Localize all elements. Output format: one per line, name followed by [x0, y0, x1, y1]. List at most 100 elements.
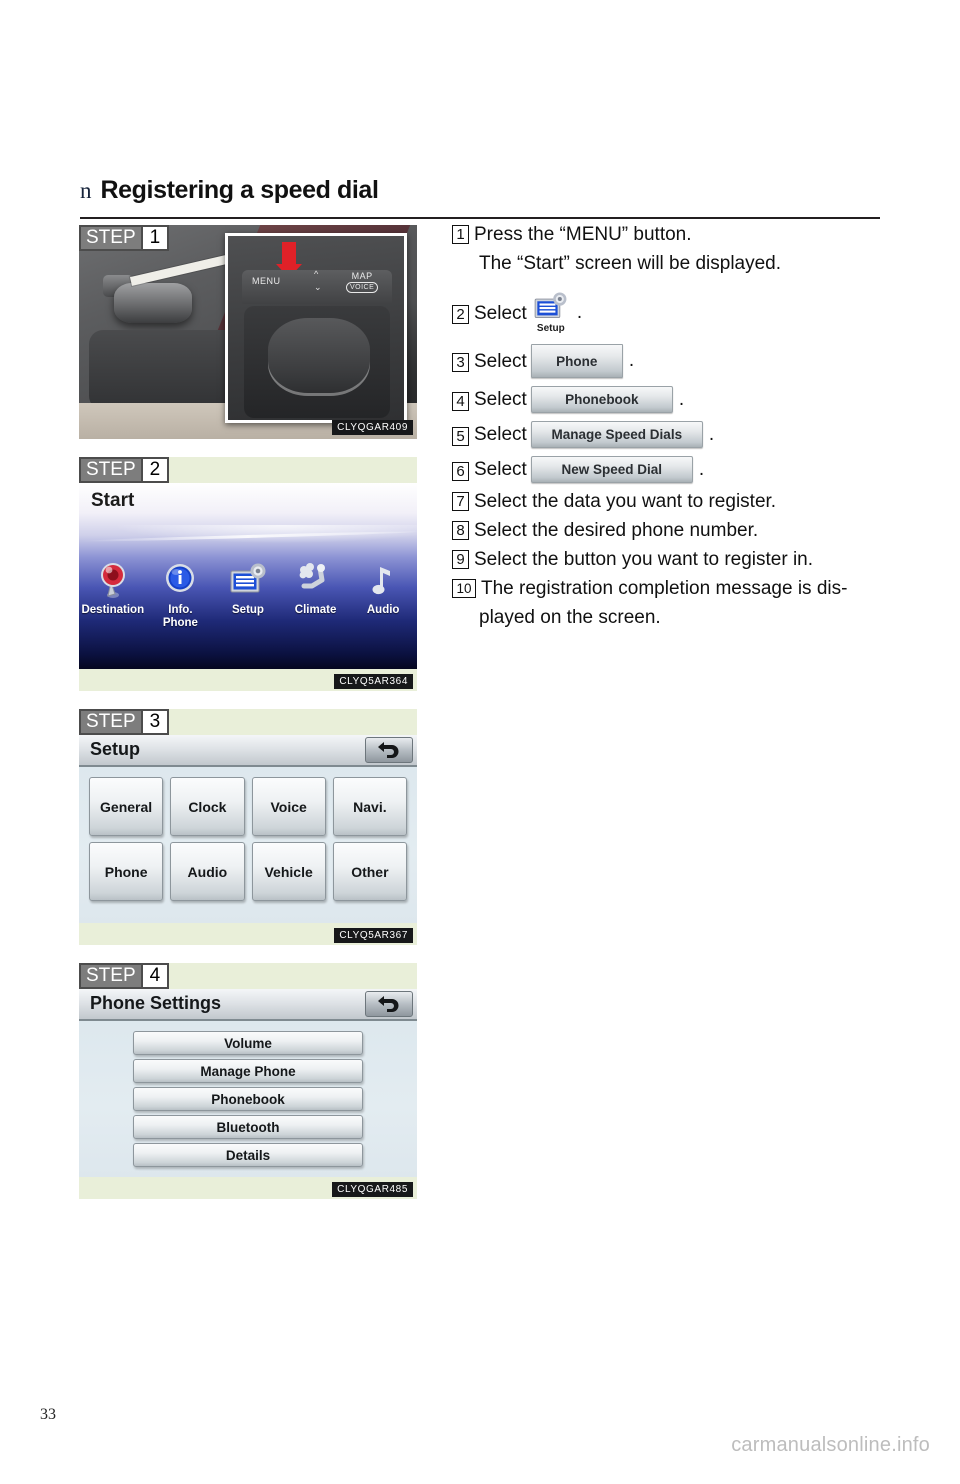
start-item-destination[interactable]: Destination: [81, 561, 145, 630]
step-word: STEP: [86, 965, 136, 986]
instruction-step-2: 2 Select Setup .: [452, 292, 922, 334]
step-text: Select: [474, 424, 527, 445]
instruction-step-9: 9 Select the button you want to register…: [452, 547, 922, 572]
new-speed-dial-button[interactable]: New Speed Dial: [530, 456, 693, 483]
start-screen-glow: [79, 525, 417, 561]
step-3-illustration: Setup General Clock Voice Navi. Phone Audio Ve…: [79, 709, 417, 945]
step-text: Select the data you want to register.: [474, 491, 777, 512]
instruction-step-4: 4 Select Phonebook .: [452, 386, 922, 413]
setup-icon-button[interactable]: Setup: [533, 292, 569, 334]
back-button[interactable]: [365, 737, 413, 763]
step-2-illustration: Start Destination Info. Phone Setup Clim…: [79, 457, 417, 691]
phone-setting-bluetooth[interactable]: Bluetooth: [133, 1115, 363, 1139]
caption-bar-2: CLYQ5AR364: [79, 669, 417, 691]
page-title: Registering a speed dial: [100, 176, 379, 204]
phonebook-button[interactable]: Phonebook: [530, 386, 673, 413]
step-number-badge: 5: [452, 426, 469, 446]
phone-setting-phonebook[interactable]: Phonebook: [133, 1087, 363, 1111]
setup-button-voice[interactable]: Voice: [251, 777, 326, 836]
phone-setting-manage-phone[interactable]: Manage Phone: [133, 1059, 363, 1083]
back-arrow-icon: [378, 742, 399, 758]
music-note-icon: [351, 561, 415, 601]
instruction-step-8: 8 Select the desired phone number.: [452, 518, 922, 543]
start-item-audio[interactable]: Audio: [351, 561, 415, 630]
map-button-label: MAP VOICE: [346, 272, 379, 293]
phone-setting-details[interactable]: Details: [133, 1143, 363, 1167]
start-screen-title: Start: [91, 490, 135, 511]
step-number-badge: 8: [452, 521, 469, 540]
figure-caption-1: CLYQGAR409: [332, 420, 413, 435]
step-4-illustration: Phone Settings Volume Manage Phone Phonebo…: [79, 963, 417, 1199]
period: .: [628, 350, 635, 371]
start-screen-icon-row: Destination Info. Phone Setup Climate Au…: [79, 561, 417, 630]
setup-button-navi[interactable]: Navi.: [332, 777, 407, 836]
setup-button-audio[interactable]: Audio: [170, 842, 245, 901]
start-item-climate[interactable]: Climate: [284, 561, 348, 630]
page-number: 33: [40, 1406, 56, 1423]
back-arrow-icon: [378, 996, 399, 1012]
remote-touch-controller: [268, 318, 370, 396]
step-word: STEP: [86, 711, 136, 732]
instruction-step-1: 1 Press the “MENU” button.: [452, 222, 922, 247]
instruction-step-3: 3 Select Phone .: [452, 344, 922, 378]
step-badge-1: STEP 1: [79, 225, 170, 251]
step-text: Select: [474, 389, 527, 410]
chevron-up-icon: ^: [314, 269, 319, 279]
chevron-down-icon: ⌄: [314, 282, 322, 292]
phone-settings-body: Volume Manage Phone Phonebook Bluetooth Deta…: [79, 1021, 417, 1177]
illustration-column: MENU ^ ⌄ MAP VOICE STEP 1 CLYQGAR409 Sta…: [79, 225, 417, 1217]
setup-button-other[interactable]: Other: [332, 842, 407, 901]
setup-button-clock[interactable]: Clock: [170, 777, 245, 836]
start-item-label: Climate: [294, 604, 337, 616]
setup-button-grid: General Clock Voice Navi. Phone Audio Vehicle O…: [89, 777, 407, 901]
step-number-badge: 9: [452, 550, 469, 569]
setup-button-general[interactable]: General: [89, 777, 164, 836]
phone-settings-title: Phone Settings: [90, 993, 222, 1013]
step-text: Select the desired phone number.: [474, 520, 759, 541]
step-text: The registration completion message is d…: [481, 578, 848, 599]
step-number-badge: 3: [452, 353, 469, 372]
setup-gear-icon: [534, 292, 567, 319]
phone-settings-button-list: Volume Manage Phone Phonebook Bluetooth Deta…: [89, 1031, 407, 1167]
step-text: Press the “MENU” button.: [474, 224, 692, 245]
step-text: Select: [474, 459, 527, 480]
start-item-label: Destination: [81, 604, 145, 616]
step-text: Select the button you want to register i…: [474, 549, 814, 570]
setup-screen: Setup General Clock Voice Navi. Phone Audio Ve…: [79, 735, 417, 923]
menu-button-label: MENU: [252, 276, 281, 286]
start-item-setup[interactable]: Setup: [216, 561, 280, 630]
period: .: [678, 388, 685, 410]
step-word: STEP: [86, 459, 136, 480]
step-number-badge: 2: [452, 305, 469, 324]
step-number: 3: [140, 711, 168, 733]
back-button[interactable]: [365, 991, 413, 1017]
map-pin-icon: [81, 561, 145, 601]
step-number: 1: [140, 227, 168, 249]
map-voice-badge: VOICE: [346, 282, 379, 293]
setup-button-vehicle[interactable]: Vehicle: [251, 842, 326, 901]
step-number-badge: 1: [452, 225, 469, 244]
start-screen: Start Destination Info. Phone Setup Clim…: [79, 483, 417, 669]
period: .: [698, 458, 705, 480]
instruction-step-7: 7 Select the data you want to register.: [452, 489, 922, 514]
instruction-column: 1 Press the “MENU” button. The “Start” s…: [452, 222, 922, 630]
figure-caption-4: CLYQGAR485: [332, 1182, 413, 1197]
manage-speed-dials-button[interactable]: Manage Speed Dials: [530, 421, 703, 448]
setup-screen-title: Setup: [90, 739, 141, 759]
start-item-label: Info. Phone: [162, 604, 198, 629]
instruction-step-10: 10 The registration completion message i…: [452, 576, 922, 601]
phone-setting-volume[interactable]: Volume: [133, 1031, 363, 1055]
setup-button-phone[interactable]: Phone: [89, 842, 164, 901]
step-number-badge: 10: [452, 579, 476, 598]
step-number-badge: 4: [452, 391, 469, 411]
period: .: [576, 302, 583, 323]
step-1-subtext: The “Start” screen will be displayed.: [479, 253, 782, 274]
step-number-badge: 6: [452, 461, 469, 481]
start-item-info-phone[interactable]: Info. Phone: [148, 561, 212, 630]
menu-button-callout: MENU ^ ⌄ MAP VOICE: [225, 233, 407, 423]
header-divider: [80, 217, 880, 219]
remote-touch-knob: [114, 283, 192, 323]
phone-button[interactable]: Phone: [530, 344, 623, 378]
start-item-label: Setup: [232, 604, 264, 616]
caption-bar-4: CLYQGAR485: [79, 1177, 417, 1199]
